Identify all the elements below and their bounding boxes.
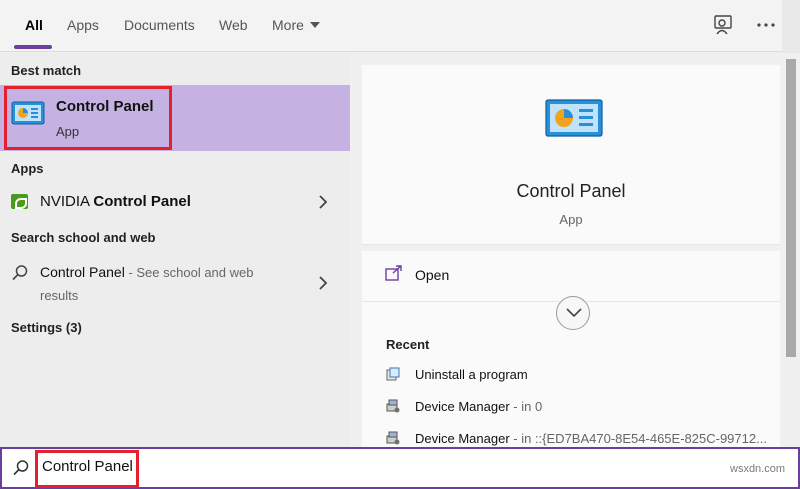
control-panel-icon — [11, 101, 45, 125]
recent-item-meta: - in ::{ED7BA470-8E54-465E-825C-99712... — [509, 431, 767, 446]
tab-more-label: More — [272, 17, 304, 33]
preview-title: Control Panel — [516, 181, 626, 201]
best-match-title: Control Panel — [56, 98, 154, 115]
recent-item[interactable]: Uninstall a program — [386, 363, 776, 387]
app-result-nvidia[interactable]: NVIDIA Control Panel — [0, 185, 350, 219]
web-result-suffix2: results — [40, 288, 79, 303]
expand-button[interactable] — [556, 296, 590, 330]
active-tab-indicator — [14, 45, 52, 49]
tab-more[interactable]: More — [272, 17, 320, 33]
app-result-label-bold: Control Panel — [93, 193, 191, 210]
open-label: Open — [415, 267, 450, 283]
more-options-icon[interactable] — [755, 14, 777, 36]
recent-item-title: Uninstall a program — [415, 367, 528, 382]
recent-item-title: Device Manager — [415, 399, 510, 414]
open-action[interactable]: Open — [362, 251, 780, 301]
app-result-label: NVIDIA Control Panel — [40, 193, 191, 210]
window-edge — [782, 0, 800, 53]
recent-heading: Recent — [386, 337, 430, 352]
best-match-subtitle: App — [56, 124, 80, 139]
watermark: wsxdn.com — [730, 463, 786, 475]
recent-item-label: Uninstall a program — [415, 367, 528, 382]
device-manager-icon — [386, 431, 400, 445]
control-panel-icon — [545, 99, 603, 137]
tab-all[interactable]: All — [25, 17, 43, 33]
search-scope-tabs: All Apps Documents Web More — [0, 0, 782, 52]
web-result-query: Control Panel — [40, 264, 125, 280]
recent-item[interactable]: Device Manager - in 0 — [386, 395, 776, 419]
web-result-label: Control Panel - See school and web resul… — [40, 261, 280, 307]
nvidia-icon — [11, 194, 28, 209]
tab-apps[interactable]: Apps — [67, 17, 99, 33]
scrollbar-thumb[interactable] — [786, 59, 796, 357]
web-result-suffix: - See school and web — [124, 265, 254, 280]
scrollbar[interactable] — [782, 53, 800, 447]
preview-card: Control Panel App — [362, 65, 780, 245]
preview-subtitle: App — [559, 212, 583, 227]
search-icon — [12, 265, 28, 281]
best-match-heading: Best match — [11, 63, 82, 78]
chevron-right-icon[interactable] — [318, 195, 328, 209]
apps-heading: Apps — [11, 161, 44, 176]
caret-down-icon — [309, 22, 320, 28]
results-pane: Best match Control Panel App Apps NVIDIA… — [0, 53, 350, 447]
search-input[interactable] — [42, 458, 342, 475]
open-icon — [385, 265, 402, 281]
search-bar: wsxdn.com — [0, 447, 800, 489]
expand-row — [362, 296, 780, 333]
web-heading: Search school and web — [11, 230, 156, 245]
recent-item-label: Device Manager - in 0 — [415, 399, 542, 414]
recent-section: Recent Uninstall a program Device Manage… — [362, 333, 780, 447]
feedback-icon[interactable] — [713, 14, 735, 36]
recent-item-meta: - in 0 — [509, 399, 543, 414]
preview-pane: Control Panel App Open Recent Uninstall … — [350, 53, 782, 447]
chevron-right-icon[interactable] — [318, 276, 328, 290]
tab-documents[interactable]: Documents — [124, 17, 195, 33]
device-manager-icon — [386, 399, 400, 413]
tab-web[interactable]: Web — [219, 17, 248, 33]
search-icon — [13, 460, 29, 476]
app-result-label-prefix: NVIDIA — [40, 193, 94, 210]
best-match-item[interactable]: Control Panel App — [0, 85, 350, 151]
recent-item-title: Device Manager — [415, 431, 510, 446]
recent-item-label: Device Manager - in ::{ED7BA470-8E54-465… — [415, 431, 767, 446]
settings-heading[interactable]: Settings (3) — [11, 320, 82, 335]
preview-header: Control Panel App — [362, 65, 780, 245]
program-icon — [386, 367, 400, 381]
chevron-down-icon — [566, 308, 582, 318]
